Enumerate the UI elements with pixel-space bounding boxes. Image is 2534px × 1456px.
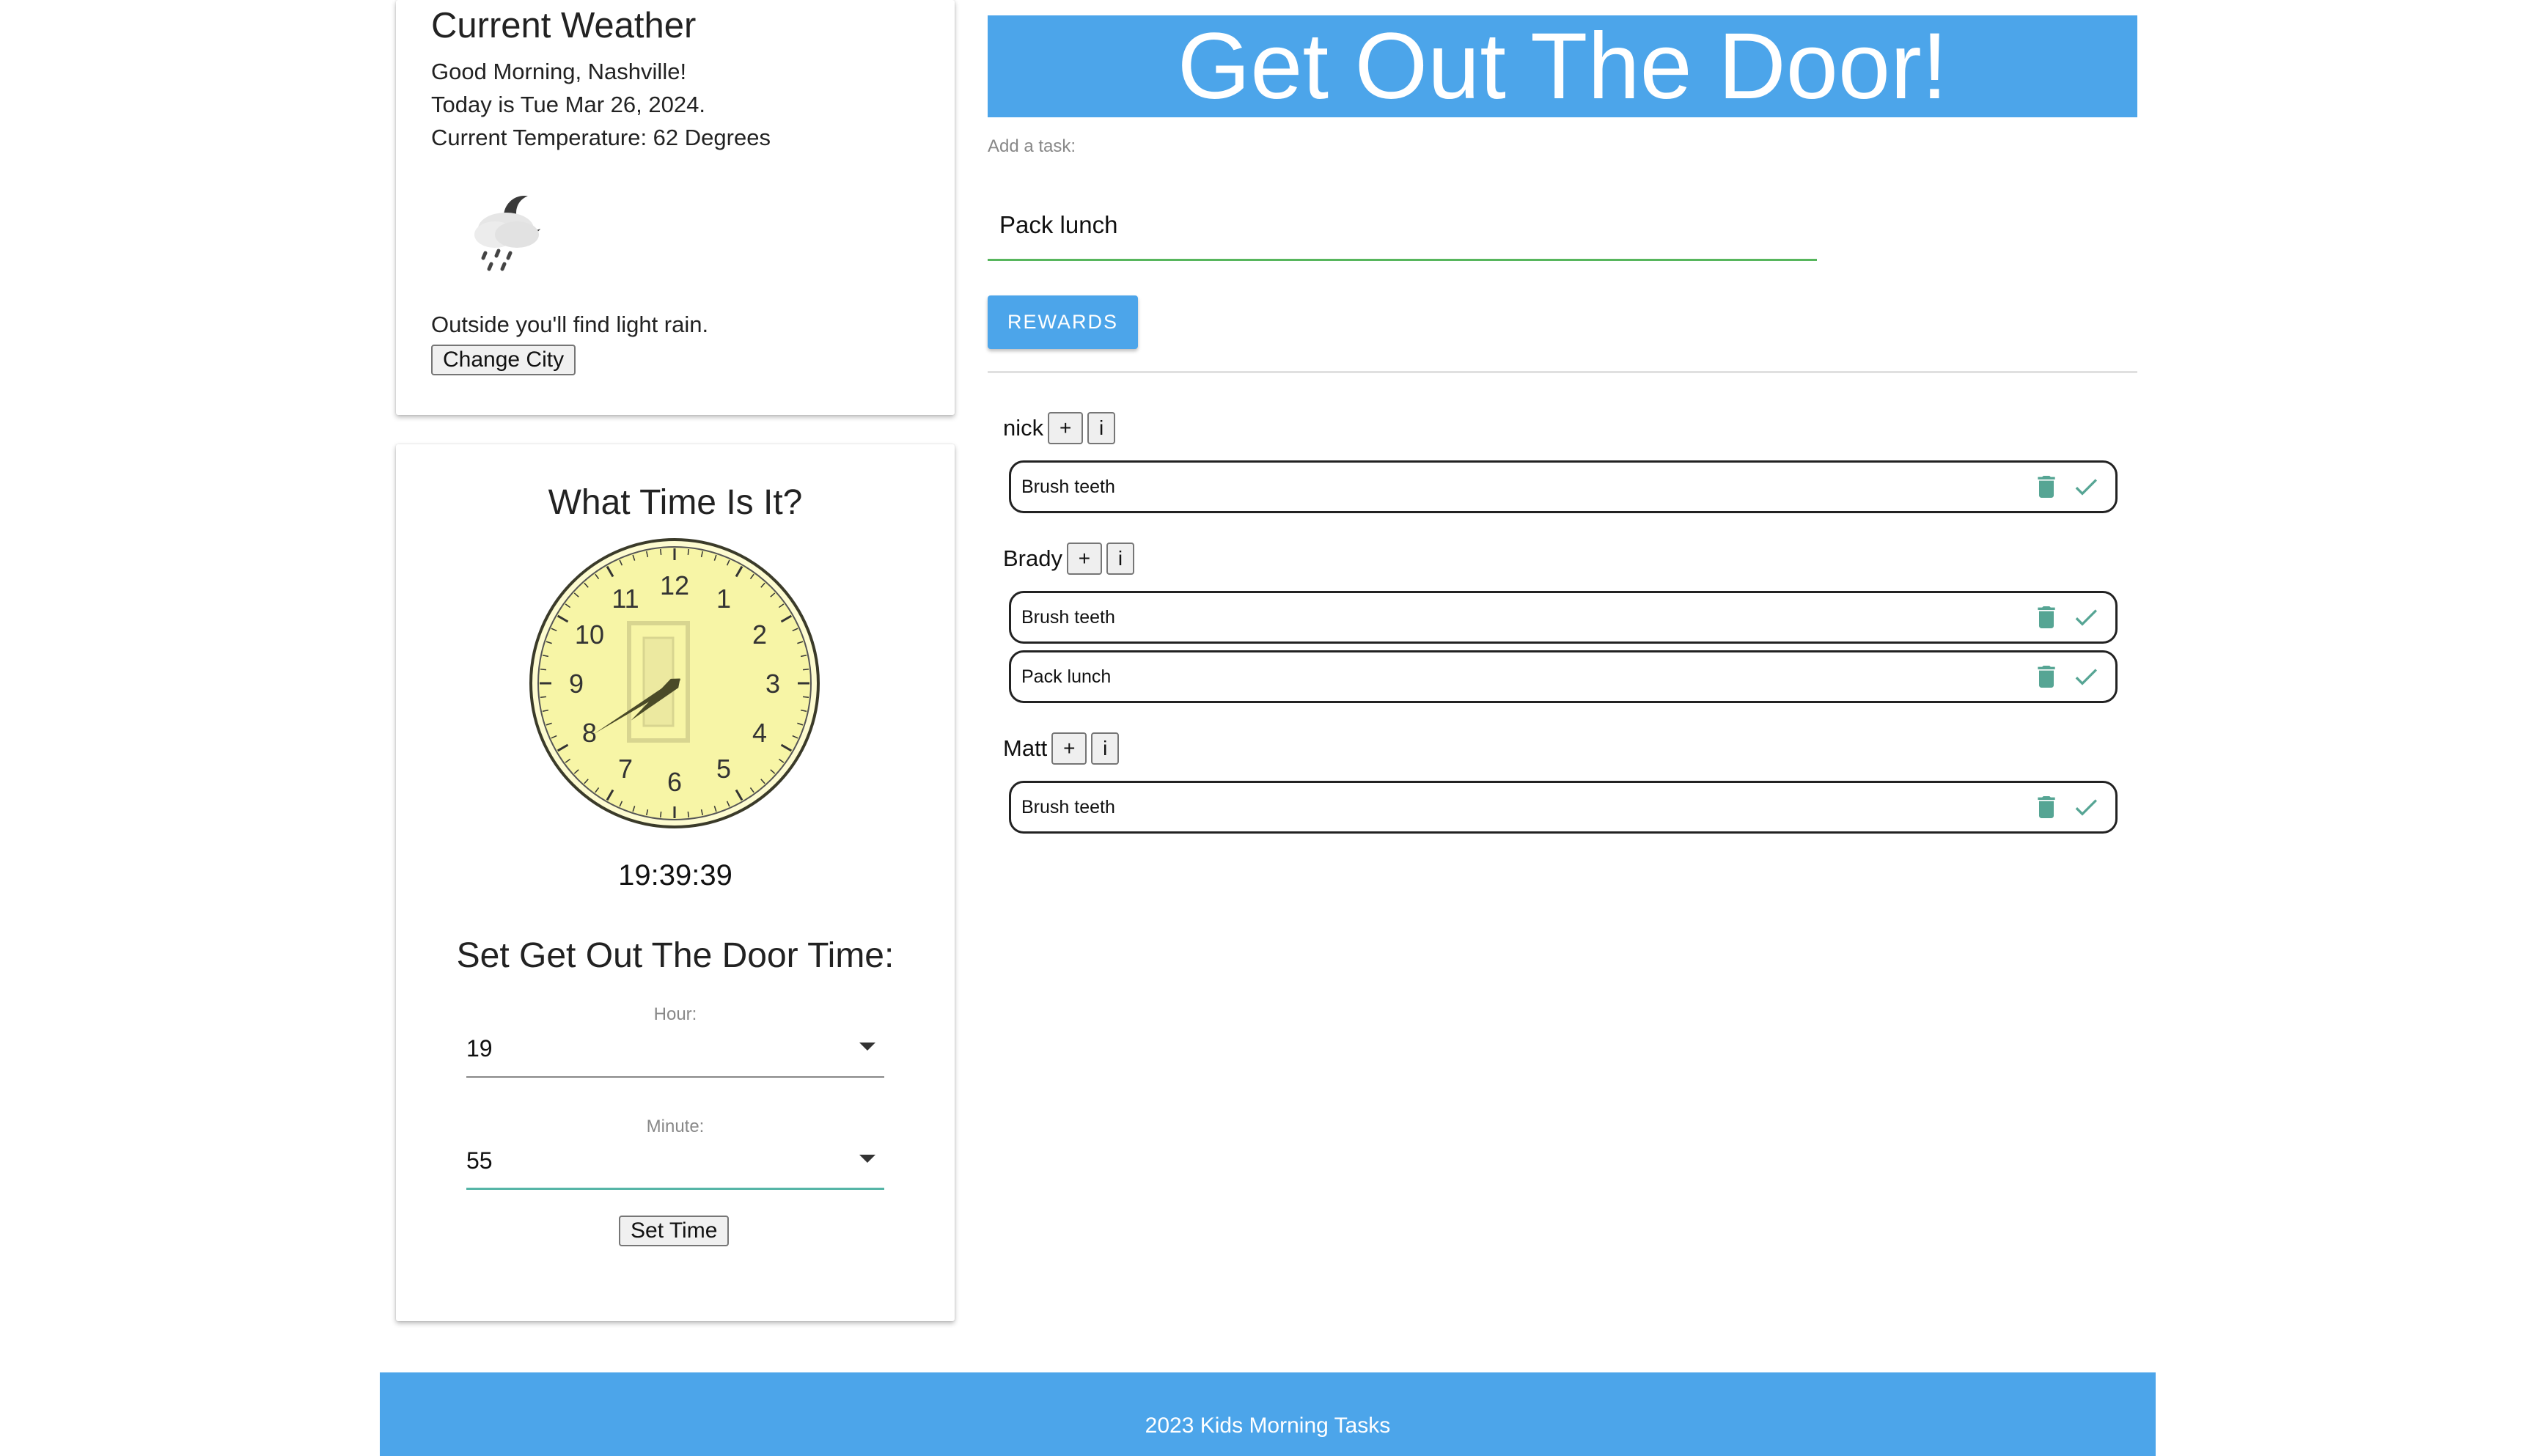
hour-select[interactable]: 19: [466, 1019, 884, 1078]
set-time-button[interactable]: Set Time: [619, 1216, 730, 1246]
clock-tick: [540, 669, 547, 671]
trash-icon[interactable]: [2032, 661, 2061, 693]
add-task-button[interactable]: +: [1066, 543, 1102, 575]
info-button[interactable]: i: [1087, 412, 1116, 444]
divider: [988, 371, 2137, 373]
task-label: Brush teeth: [1021, 476, 1115, 497]
kid-name: Matt: [1003, 735, 1048, 761]
footer: 2023 Kids Morning Tasks: [380, 1372, 2156, 1456]
kid-header-nick: nick + i: [1003, 412, 1116, 444]
kid-name: nick: [1003, 415, 1044, 441]
clock-number: 1: [716, 584, 731, 614]
weather-date: Today is Tue Mar 26, 2024.: [431, 91, 705, 117]
weather-title: Current Weather: [431, 6, 697, 45]
add-task-label: Add a task:: [988, 136, 1076, 156]
door-time-heading: Set Get Out The Door Time:: [456, 936, 895, 975]
clock-number: 6: [667, 767, 682, 797]
trash-icon[interactable]: [2032, 601, 2061, 633]
hour-select-value: 19: [466, 1035, 493, 1062]
caret-down-icon: [859, 1043, 875, 1051]
minute-select[interactable]: 55: [466, 1131, 884, 1190]
clock-number: 12: [660, 570, 689, 600]
clock-number: 3: [765, 669, 780, 699]
task-item: Brush teeth: [1009, 781, 2118, 834]
task-label: Brush teeth: [1021, 796, 1115, 817]
task-label: Brush teeth: [1021, 606, 1115, 628]
cloud-moon-rain-icon: [474, 195, 551, 271]
add-task-input[interactable]: [988, 183, 1817, 261]
info-button[interactable]: i: [1106, 543, 1134, 575]
digital-time: 19:39:39: [618, 859, 732, 891]
clock-tick: [802, 669, 809, 671]
caret-down-icon: [859, 1155, 875, 1163]
weather-card: Current Weather Good Morning, Nashville!…: [396, 0, 955, 415]
clock-number: 10: [575, 619, 604, 650]
check-icon[interactable]: [2071, 601, 2101, 633]
weather-description: Outside you'll find light rain.: [431, 312, 709, 337]
rewards-button[interactable]: REWARDS: [988, 295, 1138, 349]
clock-heading: What Time Is It?: [548, 483, 803, 522]
check-icon[interactable]: [2071, 661, 2101, 693]
add-task-button[interactable]: +: [1048, 412, 1084, 444]
minute-select-value: 55: [466, 1147, 493, 1174]
clock-center: [671, 680, 678, 687]
task-item: Brush teeth: [1009, 591, 2118, 644]
clock-number: 7: [618, 754, 633, 784]
check-icon[interactable]: [2071, 791, 2101, 823]
task-item: Pack lunch: [1009, 650, 2118, 703]
check-icon[interactable]: [2071, 471, 2101, 503]
clock-number: 9: [569, 669, 584, 699]
clock-number: 8: [582, 718, 597, 748]
weather-greeting: Good Morning, Nashville!: [431, 58, 687, 84]
clock-number: 5: [716, 754, 731, 784]
trash-icon[interactable]: [2032, 791, 2061, 823]
add-task-button[interactable]: +: [1051, 732, 1087, 765]
task-label: Pack lunch: [1021, 666, 1112, 687]
trash-icon[interactable]: [2032, 471, 2061, 503]
weather-temperature: Current Temperature: 62 Degrees: [431, 124, 771, 150]
clock-tick: [540, 696, 547, 698]
clock-card: What Time Is It? 12 1 2 3 4 5 6 7 8 9 10 11 19:39:3…: [396, 444, 955, 1321]
change-city-button[interactable]: Change City: [431, 345, 576, 375]
clock-number: 11: [612, 584, 639, 614]
kid-header-matt: Matt + i: [1003, 732, 1120, 765]
page-title: Get Out The Door!: [988, 15, 2137, 117]
clock-tick: [802, 696, 809, 698]
analog-clock: 12 12 3 45 6 78 9 10 11: [529, 538, 820, 828]
info-button[interactable]: i: [1091, 732, 1120, 765]
task-item: Brush teeth: [1009, 460, 2118, 513]
kid-header-brady: Brady + i: [1003, 543, 1134, 575]
kid-name: Brady: [1003, 545, 1062, 571]
clock-number: 4: [752, 718, 767, 748]
clock-number: 2: [752, 619, 767, 650]
